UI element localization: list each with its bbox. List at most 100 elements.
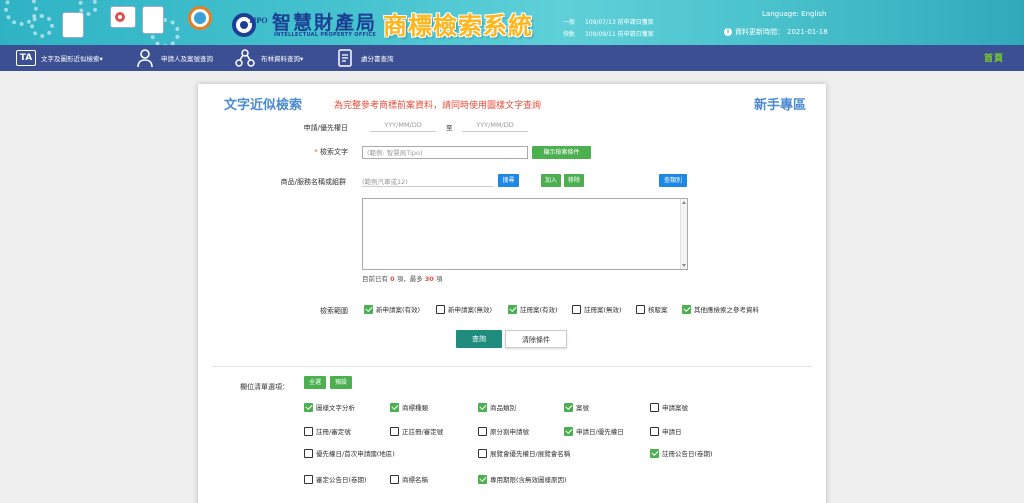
scope-option[interactable]: 其他應檢索之參考資料 [682, 304, 759, 314]
document-illustration-icon [142, 6, 164, 34]
checkbox-unchecked[interactable] [304, 426, 313, 436]
newbie-link[interactable]: 新手專區 [754, 94, 806, 113]
show-search-condition-button[interactable]: 顯示檢索條件 [532, 146, 591, 159]
search-form-card: 文字近似檢索 為完整參考商標前案資料，請同時使用圖樣文字查詢 新手專區 申請/優… [198, 84, 826, 503]
checkbox-checked[interactable] [478, 402, 487, 412]
date-to-input[interactable]: YYY/MM/DD [462, 121, 528, 132]
org-name-en: INTELLECTUAL PROPERTY OFFICE [274, 32, 377, 38]
field-options-label: 欄位清單選項： [240, 383, 289, 391]
nav-text-image-search[interactable]: TA 文字及圖形近似檢索▾ [16, 45, 103, 71]
checkbox-checked[interactable] [682, 304, 691, 314]
add-button[interactable]: 加入 [541, 174, 561, 187]
date-label: 申請/優先權日 [303, 124, 348, 132]
field-option[interactable]: 展覽會優先權日/展覽會名稱 [478, 448, 570, 458]
search-text-label: * 檢索文字 [314, 148, 348, 156]
warning-text: 為完整參考商標前案資料，請同時使用圖樣文字查詢 [334, 101, 542, 111]
date-from-input[interactable]: YYY/MM/DD [370, 121, 436, 132]
field-option[interactable]: 原分割申請號 [478, 426, 529, 436]
scope-option[interactable]: 新申請案(有效) [364, 304, 420, 314]
checkbox-checked[interactable] [478, 474, 487, 484]
field-option[interactable]: 專用期限(含無效圖樣原因) [478, 474, 567, 484]
header-banner: TIPO 智慧財產局 INTELLECTUAL PROPERTY OFFICE … [0, 0, 1024, 45]
goods-label: 商品/服務名稱或組群 [280, 178, 346, 186]
divider [212, 366, 812, 367]
view-class-button[interactable]: 查類別 [659, 174, 687, 187]
page-title: 文字近似檢索 [224, 98, 303, 113]
field-option[interactable]: 申請案號 [650, 402, 688, 412]
globe-core-icon [194, 12, 206, 24]
field-option[interactable]: 申請日/優先權日 [564, 426, 624, 436]
checkbox-checked[interactable] [564, 426, 573, 436]
field-option[interactable]: 案號 [564, 402, 589, 412]
main-navbar: TA 文字及圖形近似檢索▾ 申請人及案號查詢 布林資料查詢▾ 處分書查詢 首頁 [0, 45, 1024, 71]
checkbox-unchecked[interactable] [304, 474, 313, 484]
field-option[interactable]: 圖樣文字分析 [304, 402, 355, 412]
checkbox-unchecked[interactable] [390, 474, 399, 484]
nav-applicant-search[interactable]: 申請人及案號查詢 [134, 45, 213, 71]
scope-option[interactable]: 註冊案(無效) [572, 304, 622, 314]
checkbox-unchecked[interactable] [572, 304, 581, 314]
remove-button[interactable]: 移除 [564, 174, 584, 187]
data-update-info: i 資料更新時間： 2021-01-18 [724, 27, 828, 37]
nav-disposition-search[interactable]: 處分書查詢 [334, 45, 394, 71]
scope-option[interactable]: 註冊案(有效) [508, 304, 558, 314]
clear-button[interactable]: 清除條件 [505, 330, 567, 348]
update-info-fast: 快軌 109/09/11 前申請日獲案 [563, 31, 654, 38]
checkbox-checked[interactable] [364, 304, 373, 314]
org-name-cn: 智慧財產局 [272, 12, 378, 34]
checkbox-unchecked[interactable] [650, 402, 659, 412]
default-button[interactable]: 預設 [330, 376, 352, 389]
goods-input[interactable]: (範例汽車或12) [362, 176, 494, 187]
goods-count-text: 目前已有 0 項，最多 30 項 [362, 275, 443, 283]
checkbox-unchecked[interactable] [390, 426, 399, 436]
goods-list-textarea[interactable] [362, 198, 688, 270]
goods-search-button[interactable]: 搜尋 [498, 174, 519, 187]
update-info-general: 一般 109/07/13 前申請日獲案 [563, 19, 654, 26]
home-link[interactable]: 首頁 [984, 51, 1004, 64]
tipo-logo-icon: TIPO [232, 13, 268, 37]
checkbox-unchecked[interactable] [478, 426, 487, 436]
textarea-scrollbar[interactable] [680, 199, 687, 269]
scope-option[interactable]: 新申請案(無效) [436, 304, 492, 314]
scope-option[interactable]: 核駁案 [636, 304, 668, 314]
checkbox-checked[interactable] [650, 448, 659, 458]
checkbox-checked[interactable] [304, 402, 313, 412]
checkbox-checked[interactable] [508, 304, 517, 314]
checkbox-unchecked[interactable] [436, 304, 445, 314]
checkbox-unchecked[interactable] [636, 304, 645, 314]
field-option[interactable]: 優先權日/首次申請國(地區) [304, 448, 395, 458]
field-option[interactable]: 註冊公告日(卷期) [650, 448, 713, 458]
svg-text:TIPO: TIPO [248, 16, 268, 25]
checkbox-checked[interactable] [390, 402, 399, 412]
field-option[interactable]: 商品類別 [478, 402, 516, 412]
gear-icon [30, 14, 54, 38]
chart-illustration-icon [110, 6, 136, 28]
field-option[interactable]: 註冊/審定號 [304, 426, 351, 436]
language-english-link[interactable]: English [801, 10, 826, 18]
person-icon [137, 49, 153, 68]
scroll-up-icon[interactable] [682, 201, 686, 204]
search-text-input[interactable]: (範例: 智慧局Tipo) [362, 146, 528, 159]
checkbox-unchecked[interactable] [478, 448, 487, 458]
query-button[interactable]: 查詢 [456, 330, 502, 348]
select-all-button[interactable]: 全選 [304, 376, 326, 389]
date-to-label: 至 [446, 124, 453, 132]
document-icon [338, 49, 352, 67]
field-option[interactable]: 商標名稱 [390, 474, 428, 484]
network-icon [235, 49, 255, 67]
language-switch[interactable]: Language: English [762, 10, 826, 18]
checkbox-unchecked[interactable] [650, 426, 659, 436]
field-option[interactable]: 商標種類 [390, 402, 428, 412]
field-option[interactable]: 審定公告日(卷期) [304, 474, 367, 484]
scope-label: 檢索範圍 [320, 307, 348, 315]
field-option[interactable]: 正註冊/審定號 [390, 426, 443, 436]
checkbox-checked[interactable] [564, 402, 573, 412]
field-option[interactable]: 申請日 [650, 426, 682, 436]
system-title: 商標檢索系統 [383, 12, 533, 40]
document-illustration-icon [62, 12, 84, 38]
scroll-down-icon[interactable] [682, 264, 686, 267]
text-image-icon: TA [16, 50, 36, 66]
checkbox-unchecked[interactable] [304, 448, 313, 458]
info-icon: i [724, 28, 732, 36]
nav-boolean-search[interactable]: 布林資料查詢▾ [234, 45, 303, 71]
